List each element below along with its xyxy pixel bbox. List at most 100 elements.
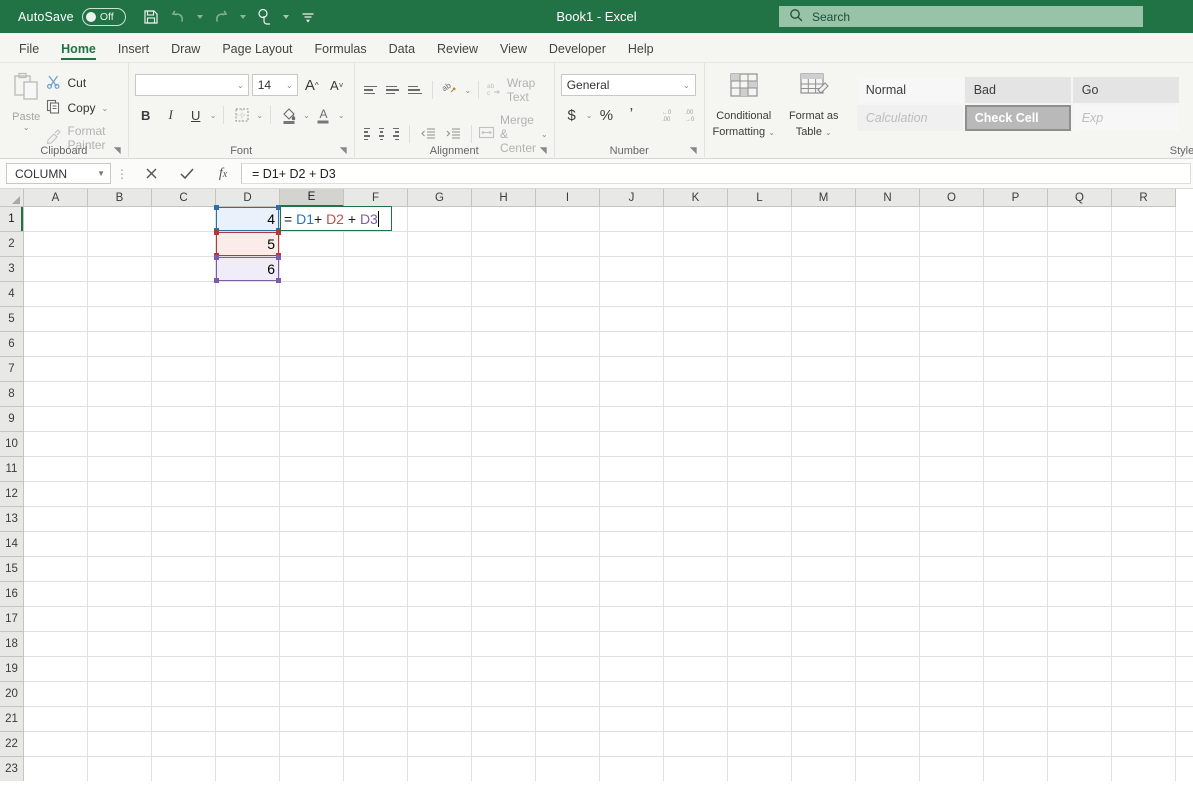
column-header-f[interactable]: F [344, 189, 408, 207]
row-header-10[interactable]: 10 [0, 432, 24, 457]
font-color-caret-icon[interactable]: ⌄ [338, 111, 345, 120]
row-header-5[interactable]: 5 [0, 307, 24, 332]
grow-font-icon[interactable]: A ^ [301, 74, 323, 96]
tab-home[interactable]: Home [50, 39, 107, 62]
undo-icon[interactable] [166, 4, 192, 30]
conditional-formatting-caret-icon[interactable]: ⌄ [768, 128, 775, 137]
style-calculation[interactable]: Calculation [856, 105, 963, 131]
align-bottom-icon[interactable] [405, 80, 424, 100]
font-size-caret-icon[interactable]: ⌄ [286, 81, 293, 90]
style-normal[interactable]: Normal [856, 77, 963, 103]
row-header-20[interactable]: 20 [0, 682, 24, 707]
row-header-16[interactable]: 16 [0, 582, 24, 607]
enter-formula-button[interactable] [169, 162, 205, 186]
column-header-b[interactable]: B [88, 189, 152, 207]
align-left-icon[interactable] [361, 124, 373, 144]
copy-caret-icon[interactable]: ⌄ [102, 104, 109, 113]
wrap-text-button[interactable]: ab c Wrap Text [486, 76, 548, 104]
font-name-input[interactable]: ⌄ [134, 74, 249, 96]
currency-caret-icon[interactable]: ⌄ [586, 111, 593, 120]
tab-formulas[interactable]: Formulas [304, 39, 378, 62]
font-name-caret-icon[interactable]: ⌄ [237, 81, 244, 90]
underline-button[interactable]: U [185, 104, 207, 126]
borders-icon[interactable] [231, 104, 253, 126]
cell-editor-e1[interactable]: = D1 + D2 + D3 [280, 206, 392, 231]
text-orientation-icon[interactable]: ab [439, 79, 461, 101]
comma-style-button[interactable]: ’ [620, 104, 642, 126]
format-as-table-button[interactable]: Format as Table ⌄ [781, 72, 847, 159]
align-middle-icon[interactable] [383, 80, 402, 100]
customize-quick-access-icon[interactable] [295, 4, 321, 30]
row-header-9[interactable]: 9 [0, 407, 24, 432]
cells-area[interactable]: 4 5 6 = D1 + D2 + D3 [24, 205, 1193, 781]
cut-button[interactable]: Cut [46, 74, 121, 92]
row-header-23[interactable]: 23 [0, 757, 24, 781]
tab-draw[interactable]: Draw [160, 39, 211, 62]
row-header-4[interactable]: 4 [0, 282, 24, 307]
tab-view[interactable]: View [489, 39, 538, 62]
row-header-1[interactable]: 1 [0, 207, 24, 232]
increase-decimal-icon[interactable]: ←0.00 [656, 104, 678, 126]
column-header-e[interactable]: E [280, 189, 344, 207]
column-header-m[interactable]: M [792, 189, 856, 207]
column-header-r[interactable]: R [1112, 189, 1176, 207]
column-header-d[interactable]: D [216, 189, 280, 207]
row-header-7[interactable]: 7 [0, 357, 24, 382]
column-header-a[interactable]: A [24, 189, 88, 207]
fill-color-caret-icon[interactable]: ⌄ [303, 111, 310, 120]
column-header-c[interactable]: C [152, 189, 216, 207]
row-header-6[interactable]: 6 [0, 332, 24, 357]
insert-function-button[interactable]: fx [205, 162, 241, 186]
style-check-cell[interactable]: Check Cell [964, 105, 1071, 131]
formula-input[interactable]: = D1+ D2 + D3 [241, 163, 1191, 184]
autosave-control[interactable]: AutoSave Off [18, 7, 126, 26]
tab-file[interactable]: File [8, 39, 50, 62]
name-box-caret-icon[interactable]: ▼ [97, 169, 105, 178]
row-header-15[interactable]: 15 [0, 557, 24, 582]
column-header-g[interactable]: G [408, 189, 472, 207]
align-center-icon[interactable] [376, 124, 388, 144]
alignment-dialog-launcher[interactable]: ◥ [540, 146, 550, 156]
column-header-q[interactable]: Q [1048, 189, 1112, 207]
column-header-n[interactable]: N [856, 189, 920, 207]
number-format-caret-icon[interactable]: ⌄ [683, 81, 690, 90]
merge-center-caret-icon[interactable]: ⌄ [541, 130, 548, 139]
font-color-icon[interactable]: A [313, 104, 335, 126]
decrease-decimal-icon[interactable]: .00 →0 [681, 104, 703, 126]
underline-caret-icon[interactable]: ⌄ [210, 111, 217, 120]
align-top-icon[interactable] [361, 80, 380, 100]
fill-color-icon[interactable] [278, 104, 300, 126]
column-header-i[interactable]: I [536, 189, 600, 207]
column-header-o[interactable]: O [920, 189, 984, 207]
column-header-k[interactable]: K [664, 189, 728, 207]
style-bad[interactable]: Bad [964, 77, 1071, 103]
tab-data[interactable]: Data [378, 39, 426, 62]
tab-review[interactable]: Review [426, 39, 489, 62]
tab-insert[interactable]: Insert [107, 39, 160, 62]
format-as-table-caret-icon[interactable]: ⌄ [825, 128, 832, 137]
row-header-18[interactable]: 18 [0, 632, 24, 657]
conditional-formatting-button[interactable]: Conditional Formatting ⌄ [711, 72, 777, 159]
search-input[interactable]: Search [779, 6, 1143, 27]
style-explanatory[interactable]: Exp [1072, 105, 1179, 131]
row-header-19[interactable]: 19 [0, 657, 24, 682]
redo-dropdown-caret-icon[interactable] [237, 4, 250, 30]
formula-bar-options-icon[interactable]: ⋮ [111, 167, 133, 181]
autosave-toggle[interactable]: Off [81, 7, 126, 26]
row-header-13[interactable]: 13 [0, 507, 24, 532]
worksheet-grid[interactable]: ABCDEFGHIJKLMNOPQR 1 2 3 4 5 6 7 8 9 10 11 12 13 14 15… [0, 189, 1193, 781]
row-header-22[interactable]: 22 [0, 732, 24, 757]
row-header-3[interactable]: 3 [0, 257, 24, 282]
column-header-h[interactable]: H [472, 189, 536, 207]
save-icon[interactable] [138, 4, 164, 30]
select-all-corner[interactable] [0, 189, 24, 207]
row-header-21[interactable]: 21 [0, 707, 24, 732]
bold-button[interactable]: B [135, 104, 157, 126]
cell-d1[interactable]: 4 [216, 207, 279, 231]
increase-indent-icon[interactable] [442, 123, 464, 145]
row-header-12[interactable]: 12 [0, 482, 24, 507]
row-header-2[interactable]: 2 [0, 232, 24, 257]
cell-d3[interactable]: 6 [216, 257, 279, 281]
clipboard-dialog-launcher[interactable]: ◥ [114, 146, 124, 156]
decrease-indent-icon[interactable] [417, 123, 439, 145]
